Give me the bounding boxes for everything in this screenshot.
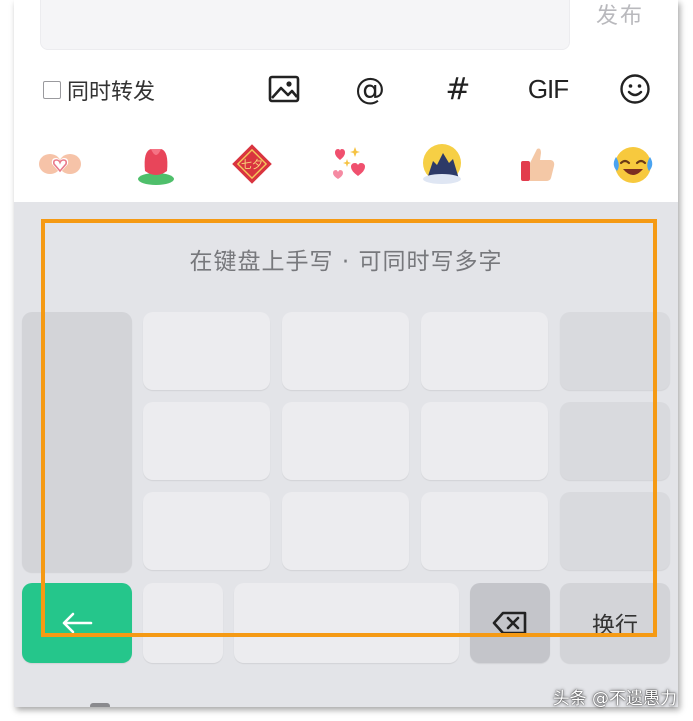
hashtag-icon: # (445, 71, 471, 107)
delete-key[interactable] (470, 583, 550, 663)
space-key[interactable] (234, 583, 459, 663)
home-indicator (90, 703, 110, 707)
sticker-row: 七夕 (14, 136, 678, 190)
left-side-panel-key[interactable] (22, 312, 132, 572)
gif-button[interactable]: GIF (526, 70, 570, 108)
right-column-key[interactable] (560, 402, 670, 480)
sticker-tulip[interactable] (132, 140, 180, 188)
sticker-moon-festival[interactable] (418, 140, 466, 188)
symbol-key[interactable] (143, 583, 223, 663)
right-column-key[interactable] (560, 492, 670, 570)
left-arrow-icon (62, 612, 93, 634)
repost-label: 同时转发 (67, 80, 156, 105)
back-key[interactable] (22, 583, 132, 663)
phone-screen: 发布 同时转发 @ # GIF 七夕 在键盘上手写 · 可同时写多字 换行 (14, 0, 678, 707)
enter-key-label: 换行 (592, 613, 638, 639)
smiley-icon (620, 74, 650, 104)
moon-festival-icon (423, 144, 461, 184)
mention-button[interactable]: @ (350, 70, 390, 108)
tulip-icon (138, 149, 174, 185)
svg-text:七夕: 七夕 (241, 158, 263, 171)
handwriting-hint: 在键盘上手写 · 可同时写多字 (189, 249, 503, 275)
gif-icon: GIF (527, 73, 569, 104)
grid-key[interactable] (421, 402, 548, 480)
grid-key[interactable] (282, 402, 409, 480)
repost-toggle[interactable]: 同时转发 (43, 74, 155, 106)
watermark: 头条 @不遗愚力 (552, 689, 677, 709)
grid-key[interactable] (143, 402, 270, 480)
sticker-qixi-lantern[interactable]: 七夕 (228, 140, 276, 188)
hashtag-button[interactable]: # (440, 70, 476, 108)
grid-key[interactable] (282, 312, 409, 390)
sparkle-hearts-icon (333, 147, 365, 179)
compose-text-area[interactable] (40, 0, 570, 50)
image-icon (268, 75, 300, 103)
repost-checkbox[interactable] (43, 81, 61, 99)
grid-key[interactable] (421, 492, 548, 570)
grid-key[interactable] (143, 492, 270, 570)
thumbs-up-icon (521, 148, 555, 181)
compose-toolbar: 同时转发 @ # GIF (14, 66, 678, 112)
sticker-thumbs-up[interactable] (514, 140, 562, 188)
laughing-crying-icon (613, 147, 653, 183)
sticker-sparkle-hearts[interactable] (324, 140, 372, 188)
grid-key[interactable] (143, 312, 270, 390)
sticker-laughing-crying[interactable] (608, 140, 656, 188)
emoji-button[interactable] (616, 70, 654, 108)
enter-key[interactable]: 换行 (560, 583, 670, 663)
at-icon: @ (355, 71, 385, 107)
handwriting-keyboard[interactable]: 在键盘上手写 · 可同时写多字 换行 (14, 202, 678, 707)
sticker-heart-hands[interactable] (36, 140, 84, 188)
backspace-icon (492, 611, 527, 635)
heart-hands-icon (39, 154, 81, 174)
grid-key[interactable] (282, 492, 409, 570)
right-column-key[interactable] (560, 312, 670, 390)
grid-key[interactable] (421, 312, 548, 390)
qixi-lantern-icon: 七夕 (232, 144, 272, 184)
insert-image-button[interactable] (266, 70, 302, 108)
publish-button[interactable]: 发布 (596, 0, 644, 30)
